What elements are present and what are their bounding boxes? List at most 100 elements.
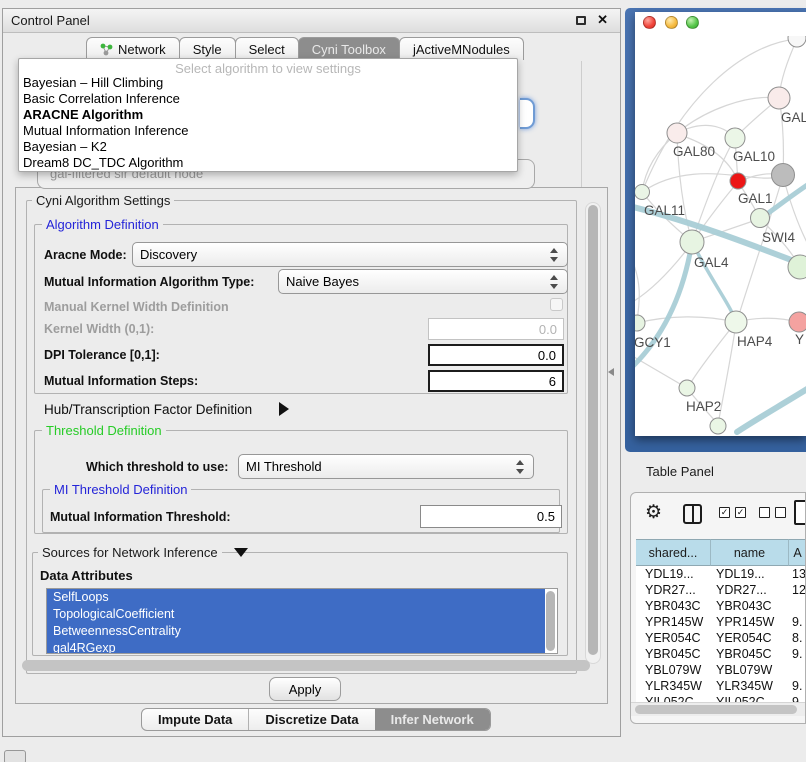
node-gal10[interactable] (725, 128, 745, 148)
threshold-select[interactable]: MI Threshold (238, 454, 534, 479)
sources-title[interactable]: Sources for Network Inference (38, 545, 222, 560)
deselect-checkbox-icon[interactable] (759, 507, 770, 518)
list-item[interactable]: SelfLoops (47, 589, 545, 606)
panel-title: Control Panel (11, 13, 90, 28)
cyni-settings-panel: Cyni Algorithm Settings Algorithm Defini… (15, 187, 608, 704)
list-item[interactable]: TopologicalCoefficient (47, 606, 545, 623)
cell-name: YPR145W (711, 614, 789, 630)
expander-right-icon[interactable] (279, 402, 289, 416)
tab-label: Cyni Toolbox (312, 42, 386, 57)
tab-label: jActiveMNodules (413, 42, 510, 57)
scrollbar-thumb[interactable] (588, 205, 598, 655)
aracne-mode-select[interactable]: Discovery (132, 242, 568, 267)
settings-horizontal-scrollbar[interactable] (22, 660, 590, 671)
node-red-selected[interactable] (730, 173, 746, 189)
dropdown-item[interactable]: Basic Correlation Inference (19, 91, 517, 107)
table-horizontal-scrollbar[interactable] (631, 702, 806, 716)
node-label: GAL1 (738, 191, 773, 206)
screen: Control Panel ✕ Network Style Sel (0, 0, 806, 762)
cell-value: 12 (789, 582, 806, 598)
dropdown-item-selected[interactable]: ARACNE Algorithm (19, 107, 517, 123)
node-gray[interactable] (772, 164, 795, 187)
mi-steps-input[interactable]: 6 (428, 370, 564, 392)
dropdown-item[interactable]: Bayesian – K2 (19, 139, 517, 155)
dropdown-item[interactable]: Mutual Information Inference (19, 123, 517, 139)
deselect-checkbox-icon[interactable] (775, 507, 786, 518)
dpi-tolerance-input[interactable]: 0.0 (428, 344, 564, 366)
network-graph[interactable]: GAL GAL80 GAL10 GAL1 GAL11 SWI4 GAL4 GCY… (635, 36, 806, 436)
node-gcy1[interactable] (635, 315, 645, 331)
settings-vertical-scrollbar[interactable] (585, 202, 601, 664)
splitpane-collapse-icon[interactable] (608, 368, 614, 376)
table-row[interactable]: YBR045C YBR045C 9. (636, 646, 806, 662)
focused-combobox-fragment[interactable] (520, 98, 535, 129)
node-label: GCY1 (635, 335, 671, 350)
corner-button[interactable] (4, 750, 26, 762)
kernel-width-input[interactable]: 0.0 (428, 318, 564, 340)
close-traffic-light-icon[interactable] (643, 16, 656, 29)
manual-kernel-width-checkbox[interactable] (550, 298, 563, 311)
table-row[interactable]: YLR345W YLR345W 9. (636, 678, 806, 694)
tab-infer-network[interactable]: Infer Network (375, 709, 490, 730)
tab-network[interactable]: Network (86, 37, 180, 60)
tab-jactivemnodules[interactable]: jActiveMNodules (399, 37, 524, 60)
node-gal4[interactable] (680, 230, 704, 254)
list-item[interactable]: BetweennessCentrality (47, 623, 545, 640)
tab-select[interactable]: Select (235, 37, 299, 60)
column-header-shared-name[interactable]: shared... (636, 539, 711, 566)
float-window-icon[interactable] (576, 16, 586, 25)
scrollbar-thumb[interactable] (635, 705, 797, 714)
dropdown-item[interactable]: Dream8 DC_TDC Algorithm (19, 155, 517, 171)
column-header-partial[interactable]: A (789, 539, 806, 566)
tab-impute-data[interactable]: Impute Data (142, 709, 248, 730)
column-header-name[interactable]: name (711, 539, 789, 566)
close-icon[interactable]: ✕ (597, 12, 608, 28)
table-row[interactable]: YPR145W YPR145W 9. (636, 614, 806, 630)
list-item[interactable]: gal4RGexp (47, 640, 545, 654)
split-columns-icon[interactable] (683, 504, 702, 524)
node-partial-top[interactable] (788, 36, 806, 47)
select-all-checkbox-icon[interactable]: ✓ (735, 507, 746, 518)
zoom-traffic-light-icon[interactable] (686, 16, 699, 29)
table-row[interactable]: YDR27... YDR27... 12 (636, 582, 806, 598)
dropdown-item[interactable]: Bayesian – Hill Climbing (19, 75, 517, 91)
table-row[interactable]: YBL079W YBL079W (636, 662, 806, 678)
minimize-traffic-light-icon[interactable] (665, 16, 678, 29)
panel-edge-line (581, 61, 582, 187)
cell-value: 8. (789, 630, 806, 646)
apply-button[interactable]: Apply (269, 677, 341, 701)
select-all-checkbox-icon[interactable]: ✓ (719, 507, 730, 518)
table-row[interactable]: YER054C YER054C 8. (636, 630, 806, 646)
dpi-tolerance-label: DPI Tolerance [0,1]: (44, 348, 160, 362)
hub-expander-label[interactable]: Hub/Transcription Factor Definition (44, 402, 252, 417)
tab-style[interactable]: Style (179, 37, 236, 60)
table-row[interactable]: YIL052C YIL052C 9. (636, 694, 806, 702)
node-gal1[interactable] (751, 209, 770, 228)
node-salmon[interactable] (789, 312, 806, 332)
mi-threshold-label: Mutual Information Threshold: (50, 510, 231, 524)
table-row[interactable]: YBR043C YBR043C (636, 598, 806, 614)
node-gal11[interactable] (635, 185, 650, 200)
gear-icon[interactable]: ⚙ (645, 501, 662, 524)
expander-down-icon[interactable] (234, 548, 248, 557)
cell-value: 9. (789, 614, 806, 630)
cell-shared-name: YBR045C (636, 646, 711, 662)
mi-algorithm-type-select[interactable]: Naive Bayes (278, 269, 568, 294)
node-hap2[interactable] (679, 380, 695, 396)
tab-cyni-toolbox[interactable]: Cyni Toolbox (298, 37, 400, 60)
cell-name: YER054C (711, 630, 789, 646)
node-hap4[interactable] (725, 311, 747, 333)
tab-discretize-data[interactable]: Discretize Data (248, 709, 374, 730)
new-table-icon[interactable] (794, 500, 806, 525)
table-row[interactable]: YDL19... YDL19... 13 (636, 566, 806, 582)
node-partial-bottom[interactable] (710, 418, 726, 434)
list-scrollbar[interactable] (546, 591, 555, 651)
cell-value (789, 662, 806, 678)
mi-threshold-input[interactable]: 0.5 (420, 505, 562, 528)
node-gal2[interactable] (768, 87, 790, 109)
cell-name: YIL052C (711, 694, 789, 702)
spinner-arrows-icon (515, 459, 526, 475)
node-gal80[interactable] (667, 123, 687, 143)
mi-algorithm-type-label: Mutual Information Algorithm Type: (44, 275, 254, 289)
aracne-mode-label: Aracne Mode: (44, 248, 127, 262)
